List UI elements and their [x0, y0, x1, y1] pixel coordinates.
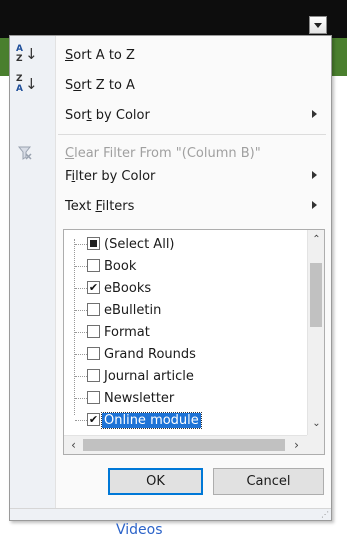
filter-value-item[interactable]: Book [64, 255, 304, 277]
text-filters-item[interactable]: Text Filters [10, 191, 331, 221]
scroll-right-icon[interactable]: › [289, 438, 304, 452]
filter-value-item[interactable]: Journal article [64, 365, 304, 387]
filter-dropdown-button[interactable] [309, 16, 327, 34]
checkbox-unchecked[interactable] [87, 369, 100, 382]
checkbox-indeterminate[interactable] [87, 237, 100, 250]
filter-value-label: Online module [101, 411, 202, 429]
tree-connector [75, 310, 87, 311]
filter-value-item[interactable]: ✔ eBooks [64, 277, 304, 299]
resize-grip-bar[interactable]: ⋰ [10, 508, 331, 520]
menu-separator [58, 134, 326, 135]
filter-values-list[interactable]: (Select All) Book ✔ eBooks eBulletin Format Gr… [63, 229, 325, 455]
filter-value-item[interactable]: Format [64, 321, 304, 343]
submenu-arrow-icon [312, 201, 317, 209]
checkbox-unchecked[interactable] [87, 347, 100, 360]
filter-value-item[interactable]: ✔ Online module [64, 409, 304, 431]
submenu-arrow-icon [312, 171, 317, 179]
vertical-scroll-thumb[interactable] [310, 263, 322, 327]
sort-a-to-z-label: Sort A to Z [65, 47, 135, 63]
submenu-arrow-icon [312, 110, 317, 118]
filter-value-label: Format [104, 324, 150, 340]
autofilter-menu: A Z ↓ Sort A to Z Z A ↓ Sort Z to A Sort… [9, 35, 332, 521]
horizontal-scroll-thumb[interactable] [83, 439, 285, 451]
sort-ascending-icon: A Z ↓ [16, 44, 38, 64]
filter-value-item[interactable]: Grand Rounds [64, 343, 304, 365]
filter-by-color-item[interactable]: Filter by Color [10, 161, 331, 191]
filter-value-label: (Select All) [104, 236, 175, 252]
filter-value-label: Book [104, 258, 137, 274]
scrollbar-corner [307, 435, 324, 454]
sheet-header-bar [0, 0, 347, 38]
clear-filter-icon [14, 143, 36, 163]
tree-connector [75, 244, 87, 245]
sort-z-to-a-label: Sort Z to A [65, 77, 135, 93]
filter-value-item[interactable]: (Select All) [64, 233, 304, 255]
sort-descending-icon: Z A ↓ [16, 74, 38, 94]
filter-value-item[interactable]: Newsletter [64, 387, 304, 409]
indeterminate-mark-icon [90, 240, 97, 247]
checkbox-unchecked[interactable] [87, 325, 100, 338]
filter-by-color-label: Filter by Color [65, 168, 156, 184]
sheet-cell-link[interactable]: Videos [116, 522, 163, 538]
chevron-down-icon [314, 22, 322, 28]
cancel-button[interactable]: Cancel [213, 468, 324, 495]
resize-grip-icon[interactable]: ⋰ [321, 510, 329, 519]
scroll-up-icon[interactable]: ⌃ [309, 234, 324, 245]
funnel-clear-icon [17, 146, 32, 160]
checkbox-unchecked[interactable] [87, 259, 100, 272]
tree-connector [75, 266, 87, 267]
ok-button[interactable]: OK [108, 468, 203, 495]
text-filters-label: Text Filters [65, 198, 135, 214]
tree-connector [75, 398, 87, 399]
checkbox-checked[interactable]: ✔ [87, 413, 100, 426]
sort-by-color-item[interactable]: Sort by Color [10, 100, 331, 130]
tree-connector [75, 288, 87, 289]
scroll-down-icon[interactable]: ⌄ [309, 418, 324, 429]
checkbox-unchecked[interactable] [87, 391, 100, 404]
filter-value-label: eBooks [104, 280, 152, 296]
tree-connector [75, 420, 87, 421]
sort-a-to-z-item[interactable]: A Z ↓ Sort A to Z [10, 40, 331, 70]
filter-value-label: Journal article [104, 368, 194, 384]
sort-by-color-label: Sort by Color [65, 107, 150, 123]
filter-value-item[interactable]: eBulletin [64, 299, 304, 321]
sort-z-to-a-item[interactable]: Z A ↓ Sort Z to A [10, 70, 331, 100]
checkbox-unchecked[interactable] [87, 303, 100, 316]
tree-connector [75, 354, 87, 355]
scroll-left-icon[interactable]: ‹ [66, 438, 81, 452]
filter-value-label: eBulletin [104, 302, 162, 318]
tree-connector [75, 376, 87, 377]
filter-value-label: Grand Rounds [104, 346, 196, 362]
tree-connector [75, 332, 87, 333]
filter-value-label: Newsletter [104, 390, 175, 406]
checkbox-checked[interactable]: ✔ [87, 281, 100, 294]
clear-filter-label: Clear Filter From "(Column B)" [65, 145, 261, 161]
horizontal-scrollbar[interactable]: ‹ › [64, 435, 308, 454]
vertical-scrollbar[interactable]: ⌃ ⌄ [307, 230, 324, 437]
